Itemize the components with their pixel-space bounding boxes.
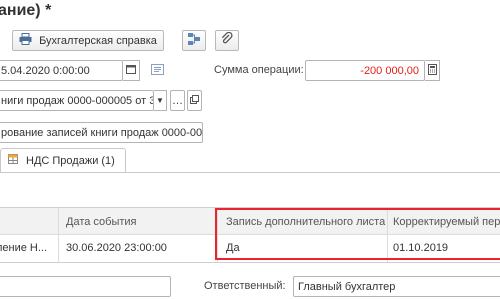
- table-cell[interactable]: 30.06.2020 23:00:00: [66, 242, 167, 254]
- printer-icon: [19, 33, 32, 48]
- note-icon[interactable]: [151, 64, 164, 78]
- table-border: [0, 262, 500, 263]
- responsible-field[interactable]: Главный бухгалтер: [293, 276, 500, 297]
- table-cell[interactable]: ление Н...: [0, 242, 47, 254]
- highlight-frame: [215, 208, 500, 260]
- window-title: ание) *: [0, 2, 52, 19]
- print-button[interactable]: Бухгалтерская справка: [12, 30, 164, 51]
- column-separator: [58, 208, 59, 262]
- tab-vat-sales[interactable]: НДС Продажи (1): [0, 148, 126, 172]
- table-icon: [8, 154, 18, 167]
- chevron-down-icon: ▼: [156, 96, 164, 105]
- structure-icon: [187, 32, 201, 49]
- tab-label: НДС Продажи (1): [26, 154, 115, 167]
- responsible-label: Ответственный:: [204, 280, 286, 292]
- attach-button[interactable]: [215, 30, 239, 51]
- calendar-button[interactable]: [123, 60, 140, 81]
- tab-divider: [0, 172, 500, 173]
- more-icon: …: [172, 94, 183, 107]
- sum-label: Сумма операции:: [214, 64, 304, 76]
- calendar-icon: [126, 64, 136, 77]
- open-button[interactable]: [187, 90, 202, 111]
- comment-field[interactable]: [0, 276, 171, 297]
- calculator-button[interactable]: [425, 60, 440, 81]
- dropdown-button[interactable]: ▼: [154, 90, 167, 111]
- structure-button[interactable]: [182, 30, 206, 51]
- open-icon: [190, 94, 199, 107]
- date-field[interactable]: 5.04.2020 0:00:00: [0, 60, 123, 81]
- column-header-event-date[interactable]: Дата события: [66, 216, 137, 228]
- sum-field[interactable]: -200 000,00: [305, 60, 425, 81]
- paperclip-icon: [220, 31, 234, 49]
- sales-book-field[interactable]: ниги продаж 0000-000005 от 30: [0, 90, 154, 111]
- calculator-icon: [427, 63, 437, 78]
- print-button-label: Бухгалтерская справка: [39, 34, 157, 47]
- description-field[interactable]: рование записей книги продаж 0000-000: [0, 122, 203, 143]
- select-button[interactable]: …: [170, 90, 185, 111]
